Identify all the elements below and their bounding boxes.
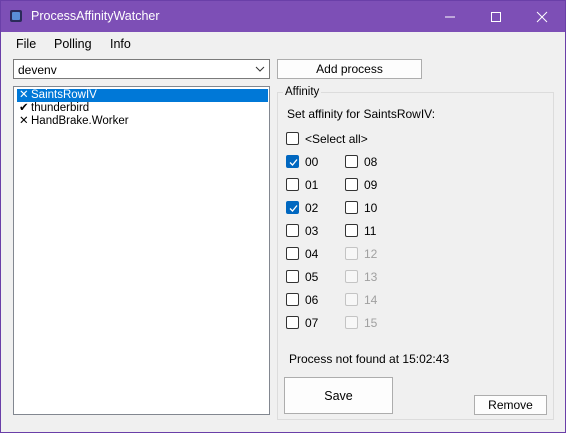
process-combobox-value: devenv bbox=[18, 63, 57, 77]
cross-icon: ✕ bbox=[19, 115, 29, 127]
core-05-label: 05 bbox=[305, 270, 319, 284]
core-09-label: 09 bbox=[364, 178, 378, 192]
minimize-button[interactable] bbox=[427, 1, 473, 32]
core-12-checkbox bbox=[345, 247, 358, 260]
core-07-label: 07 bbox=[305, 316, 319, 330]
save-button[interactable]: Save bbox=[284, 377, 393, 414]
menu-info[interactable]: Info bbox=[110, 37, 131, 51]
select-all-checkbox[interactable] bbox=[286, 132, 299, 145]
set-affinity-label: Set affinity for SaintsRowIV: bbox=[287, 107, 436, 121]
main-window: ProcessAffinityWatcher File Polling Info… bbox=[0, 0, 566, 433]
core-13-checkbox bbox=[345, 270, 358, 283]
core-13-label: 13 bbox=[364, 270, 378, 284]
core-06-label: 06 bbox=[305, 293, 319, 307]
list-item-label: thunderbird bbox=[31, 102, 90, 114]
core-00-label: 00 bbox=[305, 155, 319, 169]
core-04-label: 04 bbox=[305, 247, 319, 261]
core-11-checkbox[interactable] bbox=[345, 224, 358, 237]
select-all-label: <Select all> bbox=[305, 132, 368, 146]
maximize-button[interactable] bbox=[473, 1, 519, 32]
checkmark-icon bbox=[289, 159, 298, 166]
list-item[interactable]: ✔ thunderbird bbox=[17, 102, 268, 115]
list-item[interactable]: ✕ SaintsRowIV bbox=[17, 89, 268, 102]
core-08-label: 08 bbox=[364, 155, 378, 169]
core-09-checkbox[interactable] bbox=[345, 178, 358, 191]
core-01-label: 01 bbox=[305, 178, 319, 192]
app-icon bbox=[9, 9, 23, 23]
core-01-checkbox[interactable] bbox=[286, 178, 299, 191]
list-item[interactable]: ✕ HandBrake.Worker bbox=[17, 115, 268, 128]
core-00-checkbox[interactable] bbox=[286, 155, 299, 168]
check-icon: ✔ bbox=[19, 102, 29, 114]
title-bar[interactable]: ProcessAffinityWatcher bbox=[1, 1, 565, 32]
core-12-label: 12 bbox=[364, 247, 378, 261]
menu-polling[interactable]: Polling bbox=[54, 37, 92, 51]
status-text: Process not found at 15:02:43 bbox=[289, 352, 450, 366]
core-02-checkbox[interactable] bbox=[286, 201, 299, 214]
list-item-label: HandBrake.Worker bbox=[31, 115, 129, 127]
core-07-checkbox[interactable] bbox=[286, 316, 299, 329]
core-10-checkbox[interactable] bbox=[345, 201, 358, 214]
chevron-down-icon bbox=[255, 66, 265, 72]
remove-button[interactable]: Remove bbox=[474, 395, 547, 415]
core-15-label: 15 bbox=[364, 316, 378, 330]
checkmark-icon bbox=[289, 205, 298, 212]
process-list[interactable]: ✕ SaintsRowIV ✔ thunderbird ✕ HandBrake.Wor… bbox=[13, 86, 270, 415]
menu-bar: File Polling Info bbox=[1, 32, 565, 55]
window-title: ProcessAffinityWatcher bbox=[31, 9, 160, 23]
core-14-label: 14 bbox=[364, 293, 378, 307]
add-process-button[interactable]: Add process bbox=[277, 59, 422, 79]
process-combobox[interactable]: devenv bbox=[13, 59, 270, 79]
core-02-label: 02 bbox=[305, 201, 319, 215]
maximize-icon bbox=[491, 11, 501, 22]
core-06-checkbox[interactable] bbox=[286, 293, 299, 306]
core-04-checkbox[interactable] bbox=[286, 247, 299, 260]
affinity-group-title: Affinity bbox=[283, 86, 322, 98]
core-05-checkbox[interactable] bbox=[286, 270, 299, 283]
cross-icon: ✕ bbox=[19, 89, 29, 101]
close-icon bbox=[536, 11, 548, 22]
core-11-label: 11 bbox=[364, 224, 377, 238]
core-15-checkbox bbox=[345, 316, 358, 329]
menu-file[interactable]: File bbox=[16, 37, 36, 51]
core-03-label: 03 bbox=[305, 224, 319, 238]
close-button[interactable] bbox=[519, 1, 565, 32]
core-03-checkbox[interactable] bbox=[286, 224, 299, 237]
core-08-checkbox[interactable] bbox=[345, 155, 358, 168]
list-item-label: SaintsRowIV bbox=[31, 89, 97, 101]
core-14-checkbox bbox=[345, 293, 358, 306]
core-10-label: 10 bbox=[364, 201, 378, 215]
minimize-icon bbox=[445, 16, 455, 17]
